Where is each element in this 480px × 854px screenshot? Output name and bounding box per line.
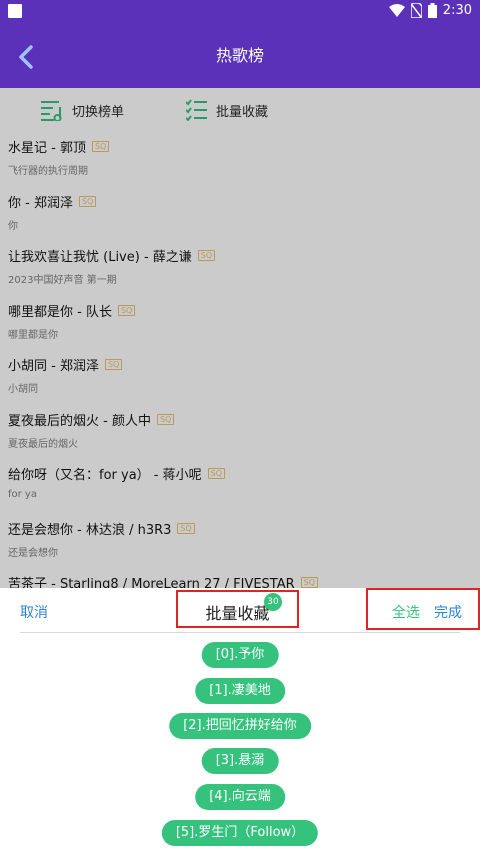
song-subtitle: for ya <box>8 489 37 500</box>
song-row[interactable]: 苦茶子 - Starling8 / MoreLearn 27 / FIVESTA… <box>0 570 480 588</box>
batch-collect-sheet: 取消 批量收藏 30 全选 完成 [0].予你 [1].凄美地 [2].把回忆拼… <box>0 588 480 854</box>
selected-count-badge: 30 <box>264 593 282 611</box>
sq-badge: SQ <box>300 577 319 588</box>
song-title: 小胡同 - 郑润泽 <box>8 359 99 374</box>
sheet-actions-highlight: 全选 完成 <box>366 588 480 630</box>
playlist-switch-icon <box>41 101 62 121</box>
selected-song-chip[interactable]: [2].把回忆拼好给你 <box>169 713 311 739</box>
song-title: 你 - 郑润泽 <box>8 195 73 211</box>
app-bar: 热歌榜 <box>0 24 480 88</box>
batch-collect-label: 批量收藏 <box>216 104 269 120</box>
list-toolbar: 切换榜单 批量收藏 <box>0 88 480 134</box>
song-row[interactable]: 你 - 郑润泽 SQ 你 <box>0 189 480 244</box>
cancel-button[interactable]: 取消 <box>20 602 48 622</box>
sq-badge: SQ <box>207 468 225 479</box>
song-row[interactable]: 让我欢喜让我忧 (Live) - 薛之谦 SQ 2023中国好声音 第一期 <box>0 243 480 298</box>
song-subtitle: 你 <box>8 220 18 232</box>
done-button[interactable]: 完成 <box>434 602 462 622</box>
selected-song-chip[interactable]: [0].予你 <box>201 642 279 668</box>
song-subtitle: 还是会想你 <box>8 547 58 559</box>
song-list-area: 切换榜单 批量收藏 水星记 - 郭顶 SQ 飞行器的执行周期 你 - 郑润泽 SQ … <box>0 88 480 588</box>
song-subtitle: 飞行器的执行周期 <box>8 166 88 177</box>
selected-song-chip[interactable]: [5].罗生门（Follow） <box>161 820 319 846</box>
song-row[interactable]: 哪里都是你 - 队长 SQ 哪里都是你 <box>0 298 480 353</box>
song-subtitle: 2023中国好声音 第一期 <box>8 275 117 286</box>
battery-icon <box>427 3 437 18</box>
song-row[interactable]: 给你呀（又名：for ya） - 蒋小呢 SQ for ya <box>0 461 480 516</box>
switch-chart-label: 切换榜单 <box>72 104 125 120</box>
song-title: 还是会想你 - 林达浪 / h3R3 <box>8 522 172 538</box>
song-row[interactable]: 还是会想你 - 林达浪 / h3R3 SQ 还是会想你 <box>0 516 480 571</box>
sq-badge: SQ <box>104 359 123 370</box>
divider <box>20 632 460 633</box>
switch-chart-button[interactable]: 切换榜单 <box>40 99 124 121</box>
checklist-icon <box>186 99 207 121</box>
song-subtitle: 小胡同 <box>8 384 38 395</box>
song-title: 水星记 - 郭顶 <box>8 141 86 156</box>
song-title: 哪里都是你 - 队长 <box>8 304 112 320</box>
sq-badge: SQ <box>78 195 97 207</box>
no-sim-icon <box>410 3 422 18</box>
batch-collect-button[interactable]: 批量收藏 <box>186 99 268 121</box>
selected-song-chip[interactable]: [3].悬溺 <box>201 748 279 774</box>
sheet-title-highlight: 批量收藏 30 <box>176 590 299 628</box>
song-subtitle: 哪里都是你 <box>8 329 58 341</box>
song-title: 让我欢喜让我忧 (Live) - 薛之谦 <box>8 250 192 265</box>
sq-badge: SQ <box>197 250 216 261</box>
song-title: 给你呀（又名：for ya） - 蒋小呢 <box>8 468 202 483</box>
song-row[interactable]: 水星记 - 郭顶 SQ 飞行器的执行周期 <box>0 134 480 189</box>
sq-badge: SQ <box>177 522 195 534</box>
status-bar: 2:30 <box>0 0 480 24</box>
notification-icon <box>8 4 22 18</box>
selected-song-chip[interactable]: [1].凄美地 <box>195 678 285 704</box>
wifi-icon <box>388 3 405 17</box>
song-row[interactable]: 小胡同 - 郑润泽 SQ 小胡同 <box>0 352 480 407</box>
page-title: 热歌榜 <box>215 46 264 65</box>
song-title: 夏夜最后的烟火 - 颜人中 <box>8 413 151 429</box>
selected-song-chip[interactable]: [4].向云端 <box>195 784 285 810</box>
song-row[interactable]: 夏夜最后的烟火 - 颜人中 SQ 夏夜最后的烟火 <box>0 407 480 462</box>
sq-badge: SQ <box>117 304 136 316</box>
sq-badge: SQ <box>91 141 110 152</box>
status-time: 2:30 <box>442 3 472 18</box>
sq-badge: SQ <box>156 413 175 425</box>
select-all-button[interactable]: 全选 <box>392 602 420 622</box>
song-subtitle: 夏夜最后的烟火 <box>8 438 78 450</box>
song-title: 苦茶子 - Starling8 / MoreLearn 27 / FIVESTA… <box>8 577 295 588</box>
